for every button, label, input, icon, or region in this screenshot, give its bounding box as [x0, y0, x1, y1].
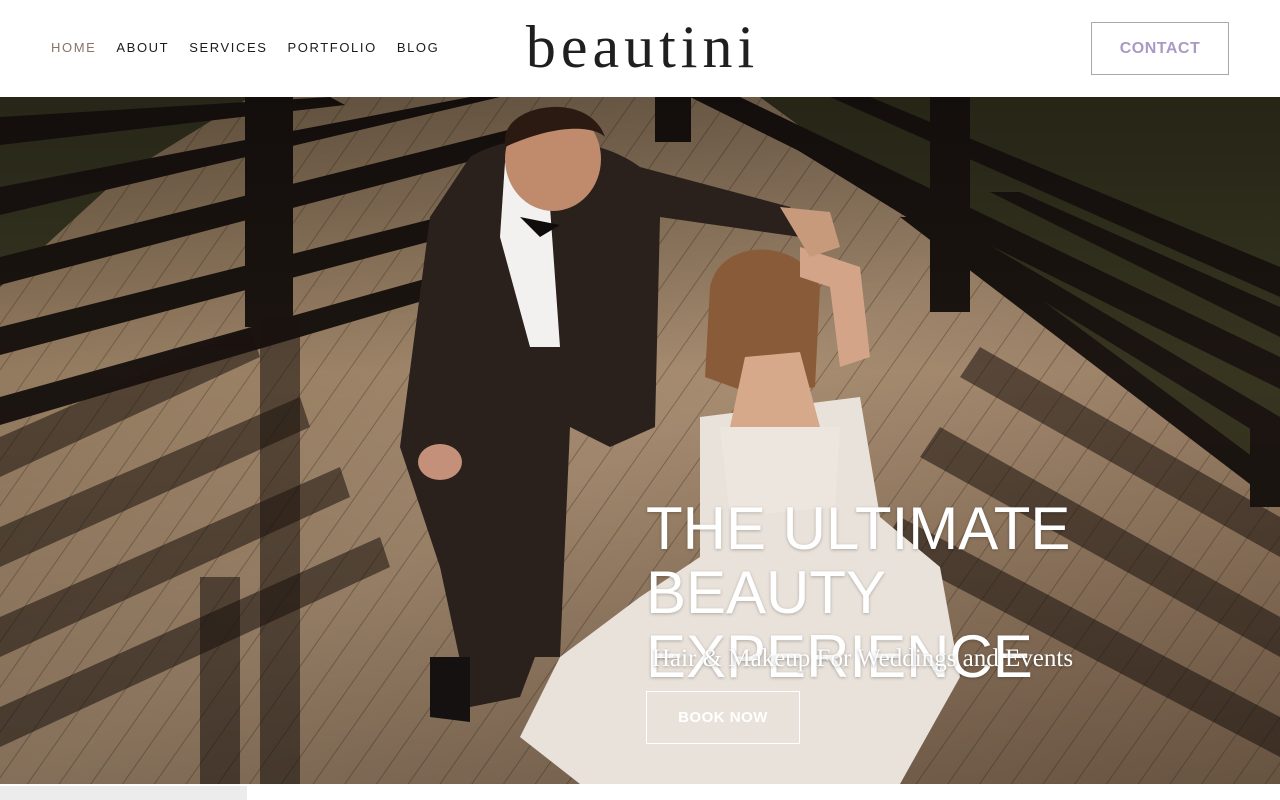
book-now-button[interactable]: BOOK NOW: [646, 691, 800, 744]
contact-button[interactable]: CONTACT: [1091, 22, 1229, 75]
hero-section: THE ULTIMATE BEAUTY EXPERIENCE Hair & Ma…: [0, 97, 1280, 784]
next-section-image: [0, 786, 247, 800]
nav-blog[interactable]: BLOG: [397, 40, 440, 56]
nav-about[interactable]: ABOUT: [116, 40, 169, 56]
nav-home[interactable]: HOME: [51, 40, 96, 56]
nav-portfolio[interactable]: PORTFOLIO: [288, 40, 377, 56]
nav-services[interactable]: SERVICES: [189, 40, 267, 56]
main-nav: HOME ABOUT SERVICES PORTFOLIO BLOG: [51, 40, 459, 56]
site-header: HOME ABOUT SERVICES PORTFOLIO BLOG beaut…: [0, 0, 1280, 97]
headline-line-1: THE ULTIMATE: [646, 495, 1071, 562]
site-logo[interactable]: beautini: [505, 14, 780, 80]
hero-subheading: Hair & Makeup For Weddings and Events: [652, 645, 1074, 672]
